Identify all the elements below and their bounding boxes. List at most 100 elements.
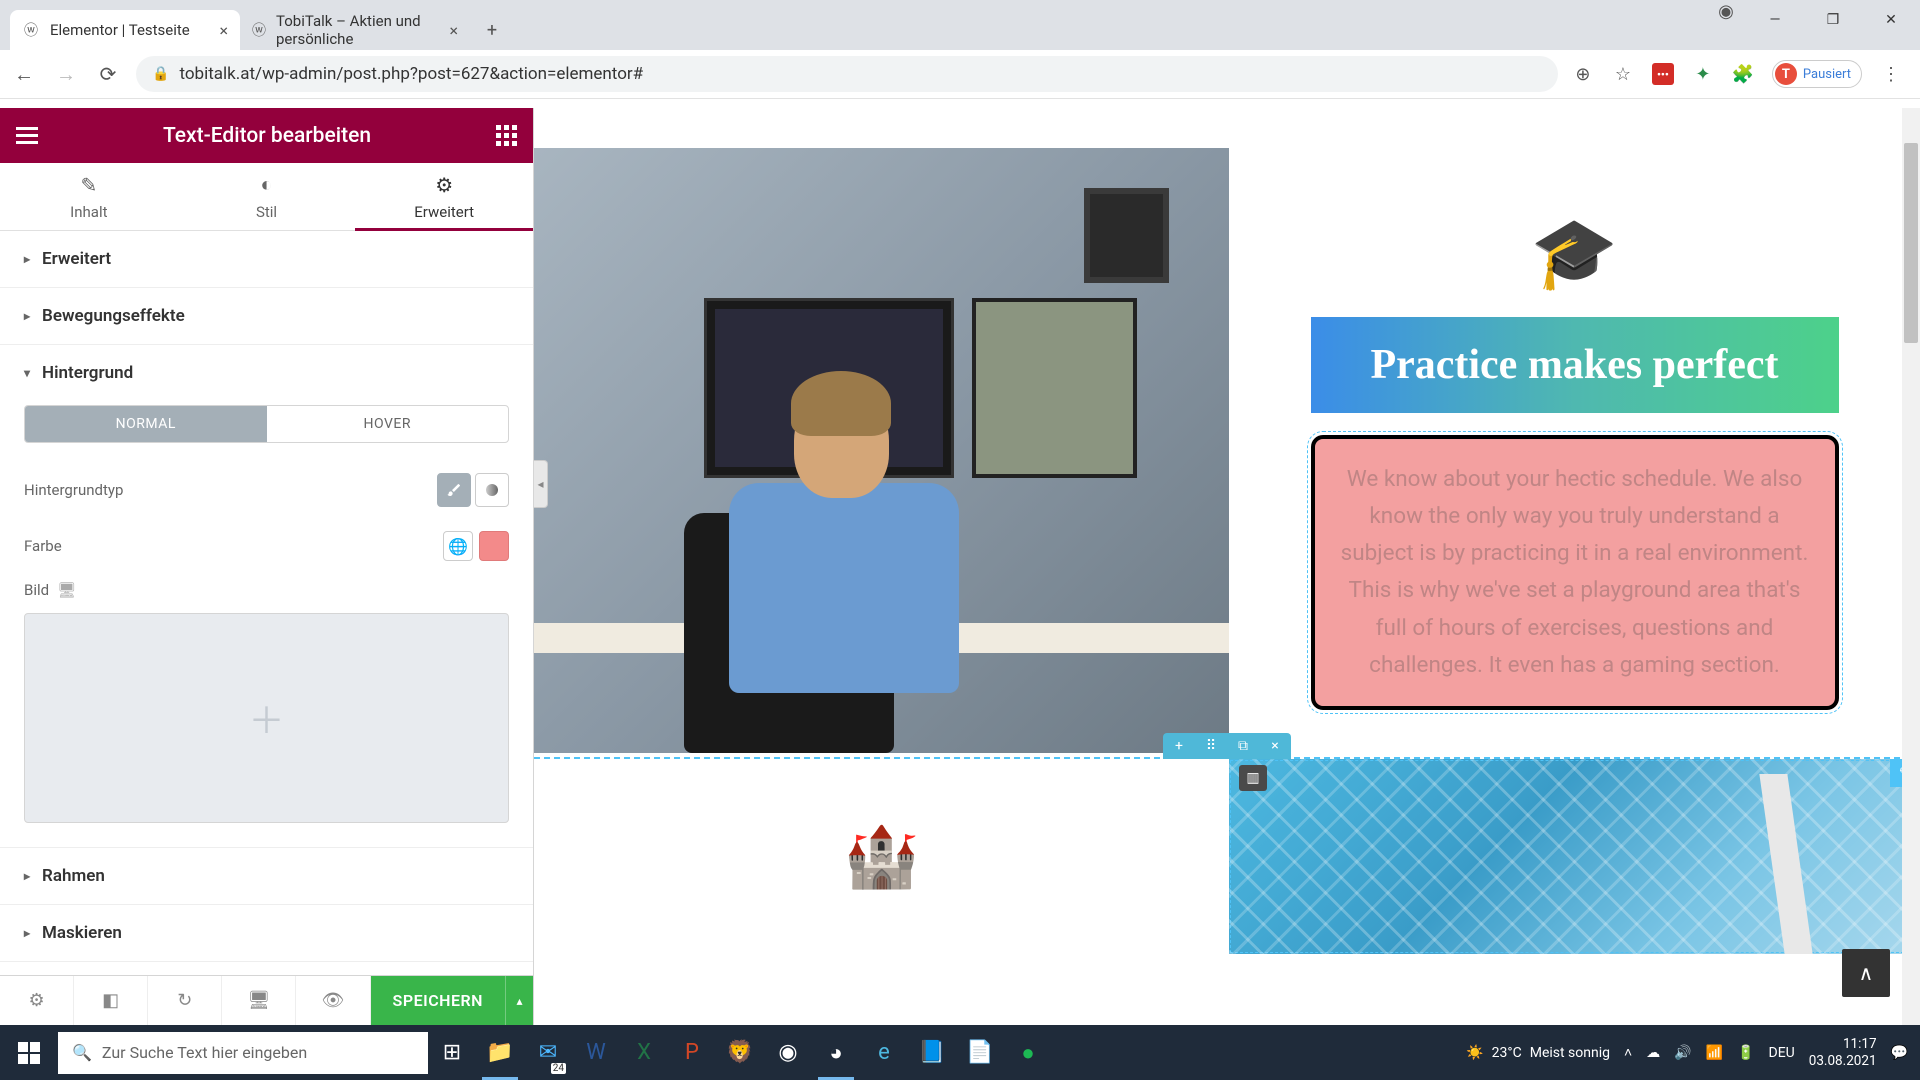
- extension-icon[interactable]: ✦: [1692, 63, 1714, 85]
- maximize-button[interactable]: ❐: [1804, 0, 1862, 40]
- chevron-right-icon: ▸: [24, 926, 30, 940]
- obs-icon[interactable]: ◉: [764, 1025, 812, 1080]
- heading-widget[interactable]: Practice makes perfect: [1311, 317, 1839, 413]
- mail-icon[interactable]: ✉24: [524, 1025, 572, 1080]
- wifi-icon[interactable]: 📶: [1706, 1045, 1723, 1061]
- onedrive-icon[interactable]: ☁: [1646, 1045, 1660, 1061]
- brave-icon[interactable]: 🦁: [716, 1025, 764, 1080]
- volume-icon[interactable]: 🔊: [1674, 1045, 1691, 1061]
- delete-section-icon[interactable]: ×: [1259, 733, 1291, 759]
- responsive-button[interactable]: 🖥: [222, 976, 296, 1025]
- bg-type-gradient[interactable]: [475, 473, 509, 507]
- extensions-puzzle-icon[interactable]: 🧩: [1732, 63, 1754, 85]
- sun-icon: ☀️: [1466, 1045, 1483, 1061]
- editor-canvas[interactable]: 🎓 Practice makes perfect We know about y…: [534, 108, 1920, 1025]
- image-upload-area[interactable]: ＋: [24, 613, 509, 823]
- settings-button[interactable]: ⚙: [0, 976, 74, 1025]
- accordion-mask[interactable]: ▸Maskieren: [0, 905, 533, 961]
- task-view-icon[interactable]: ⊞: [428, 1025, 476, 1080]
- accordion-background[interactable]: ▾Hintergrund: [0, 345, 533, 401]
- tab-advanced[interactable]: ⚙Erweitert: [355, 163, 533, 230]
- minimize-button[interactable]: —: [1746, 0, 1804, 40]
- save-options-button[interactable]: ▴: [505, 976, 533, 1025]
- close-icon[interactable]: ×: [219, 21, 228, 40]
- browser-tab-2[interactable]: ⓦ TobiTalk – Aktien und persönliche ×: [240, 10, 470, 50]
- taskbar-search[interactable]: 🔍 Zur Suche Text hier eingeben: [58, 1032, 428, 1074]
- accordion-advanced[interactable]: ▸Erweitert: [0, 231, 533, 287]
- column[interactable]: 🏰: [534, 759, 1229, 954]
- tab-title: Elementor | Testseite: [50, 21, 190, 39]
- notepad-icon[interactable]: 📄: [956, 1025, 1004, 1080]
- bg-type-classic[interactable]: [437, 473, 471, 507]
- notifications-icon[interactable]: 💬: [1891, 1045, 1908, 1061]
- reload-button[interactable]: ⟳: [94, 60, 122, 88]
- close-icon[interactable]: ×: [449, 21, 458, 40]
- edit-section-icon[interactable]: ⠿: [1195, 733, 1227, 759]
- column-handle-icon[interactable]: ▥: [1239, 765, 1267, 791]
- column[interactable]: ▥ ✎: [1229, 759, 1920, 954]
- castle-icon[interactable]: 🏰: [844, 821, 919, 892]
- section-toolbar: + ⠿ ⧉ ×: [1163, 733, 1291, 759]
- windows-taskbar: 🔍 Zur Suche Text hier eingeben ⊞ 📁 ✉24 W…: [0, 1025, 1920, 1080]
- back-button[interactable]: ←: [10, 60, 38, 88]
- extension-lastpass-icon[interactable]: •••: [1652, 63, 1674, 85]
- tab-content[interactable]: ✎Inhalt: [0, 163, 178, 230]
- state-toggle: NORMAL HOVER: [24, 405, 509, 443]
- tray-chevron-icon[interactable]: ˄: [1624, 1044, 1632, 1061]
- clock[interactable]: 11:17 03.08.2021: [1809, 1036, 1877, 1070]
- accordion-border[interactable]: ▸Rahmen: [0, 848, 533, 904]
- address-bar[interactable]: 🔒 tobitalk.at/wp-admin/post.php?post=627…: [136, 56, 1558, 92]
- chrome-icon[interactable]: ◕: [812, 1025, 860, 1080]
- section[interactable]: + ⠿ ⧉ × 🏰 ▥ ✎: [534, 757, 1920, 954]
- image-widget[interactable]: [1229, 759, 1920, 954]
- weather-widget[interactable]: ☀️ 23°C Meist sonnig: [1466, 1045, 1610, 1061]
- menu-icon[interactable]: [16, 127, 38, 144]
- panel-title: Text-Editor bearbeiten: [38, 124, 496, 148]
- scroll-to-top-button[interactable]: ∧: [1842, 949, 1890, 997]
- word-icon[interactable]: W: [572, 1025, 620, 1080]
- search-icon: 🔍: [72, 1043, 92, 1062]
- new-tab-button[interactable]: +: [476, 14, 508, 46]
- graduation-cap-icon[interactable]: 🎓: [1531, 213, 1618, 295]
- edge-icon[interactable]: e: [860, 1025, 908, 1080]
- app-icon[interactable]: 📘: [908, 1025, 956, 1080]
- excel-icon[interactable]: X: [620, 1025, 668, 1080]
- language-indicator[interactable]: DEU: [1769, 1045, 1795, 1061]
- cast-icon[interactable]: ◉: [1706, 0, 1746, 22]
- preview-button[interactable]: 👁: [296, 976, 370, 1025]
- image-widget[interactable]: [534, 148, 1229, 753]
- panel-collapse-handle[interactable]: ◂: [534, 460, 548, 508]
- close-window-button[interactable]: ✕: [1862, 0, 1920, 40]
- battery-icon[interactable]: 🔋: [1737, 1045, 1754, 1061]
- profile-button[interactable]: T Pausiert: [1772, 60, 1862, 88]
- tab-style[interactable]: ◐Stil: [178, 163, 356, 230]
- save-button[interactable]: SPEICHERN: [371, 976, 505, 1025]
- bg-image-label: Bild: [24, 581, 49, 599]
- zoom-icon[interactable]: ⊕: [1572, 63, 1594, 85]
- profile-status: Pausiert: [1803, 67, 1851, 82]
- devices-icon[interactable]: 🖥: [57, 581, 76, 599]
- widgets-grid-icon[interactable]: [496, 125, 517, 146]
- state-hover[interactable]: HOVER: [267, 406, 509, 442]
- scrollbar[interactable]: [1902, 108, 1920, 1025]
- navigator-button[interactable]: ◧: [74, 976, 148, 1025]
- state-normal[interactable]: NORMAL: [25, 406, 267, 442]
- history-button[interactable]: ↻: [148, 976, 222, 1025]
- file-explorer-icon[interactable]: 📁: [476, 1025, 524, 1080]
- tab-title: TobiTalk – Aktien und persönliche: [276, 12, 449, 48]
- powerpoint-icon[interactable]: P: [668, 1025, 716, 1080]
- add-section-icon[interactable]: +: [1163, 733, 1195, 759]
- avatar: T: [1775, 63, 1797, 85]
- spotify-icon[interactable]: ●: [1004, 1025, 1052, 1080]
- accordion-motion-effects[interactable]: ▸Bewegungseffekte: [0, 288, 533, 344]
- duplicate-section-icon[interactable]: ⧉: [1227, 733, 1259, 759]
- text-editor-widget[interactable]: We know about your hectic schedule. We a…: [1311, 435, 1839, 710]
- bookmark-star-icon[interactable]: ☆: [1612, 63, 1634, 85]
- weather-temp: 23°C: [1492, 1045, 1522, 1061]
- start-button[interactable]: [0, 1025, 58, 1080]
- kebab-menu-icon[interactable]: ⋮: [1880, 63, 1902, 85]
- browser-tab-1[interactable]: ⓦ Elementor | Testseite ×: [10, 10, 240, 50]
- color-swatch[interactable]: [479, 531, 509, 561]
- forward-button: →: [52, 60, 80, 88]
- global-color-button[interactable]: 🌐: [443, 531, 473, 561]
